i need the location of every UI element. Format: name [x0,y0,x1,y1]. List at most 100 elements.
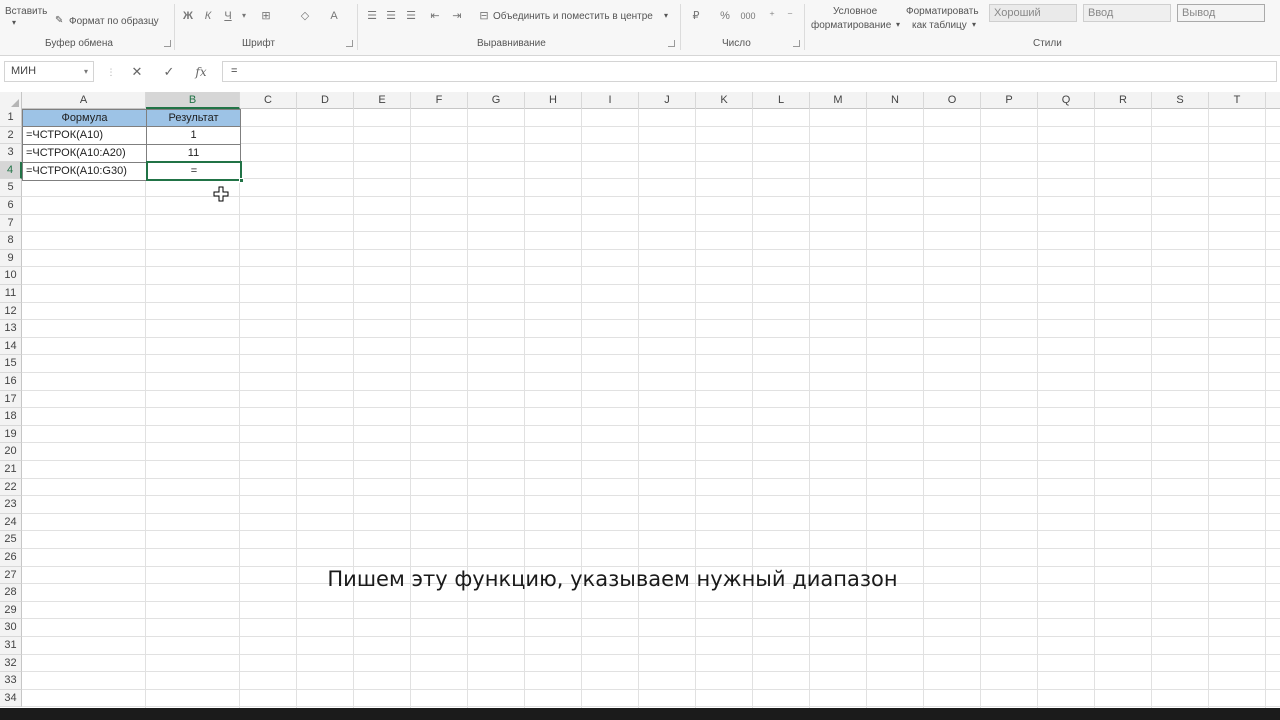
column-header-l[interactable]: L [753,92,810,109]
column-header-e[interactable]: E [354,92,411,109]
format-table-button[interactable]: Форматировать [906,6,979,17]
format-painter-button[interactable]: Формат по образцу [69,16,159,27]
insert-function-icon[interactable]: fx [192,63,210,81]
row-header-26[interactable]: 26 [0,549,22,567]
column-header-n[interactable]: N [867,92,924,109]
chevron-down-icon[interactable]: ▾ [896,20,900,29]
row-header-23[interactable]: 23 [0,496,22,514]
column-header-h[interactable]: H [525,92,582,109]
cell-b2[interactable]: 1 [146,126,241,145]
enter-icon[interactable]: ✓ [160,63,178,81]
cancel-icon[interactable]: ✕ [128,63,146,81]
chevron-down-icon[interactable]: ▾ [240,8,248,24]
alignment-launcher-icon[interactable] [668,40,675,47]
row-header-34[interactable]: 34 [0,689,22,708]
row-header-17[interactable]: 17 [0,390,22,409]
style-good[interactable]: Хороший [989,4,1077,22]
column-header-d[interactable]: D [297,92,354,109]
format-painter-icon[interactable]: ✎ [55,15,63,26]
borders-icon[interactable]: ⊞ [258,8,274,24]
chevron-down-icon[interactable]: ▾ [972,20,976,29]
column-header-m[interactable]: M [810,92,867,109]
column-header-c[interactable]: C [240,92,297,109]
name-box[interactable]: МИН ▾ [4,61,94,82]
row-header-18[interactable]: 18 [0,408,22,426]
active-cell-b4[interactable]: = [146,161,244,183]
column-header-r[interactable]: R [1095,92,1152,109]
row-header-25[interactable]: 25 [0,531,22,549]
style-output[interactable]: Вывод [1177,4,1265,22]
column-header-s[interactable]: S [1152,92,1209,109]
select-all-button[interactable] [0,92,22,109]
cell-b4-edit[interactable]: = [148,163,240,179]
row-header-6[interactable]: 6 [0,197,22,215]
row-header-33[interactable]: 33 [0,672,22,690]
row-header-30[interactable]: 30 [0,619,22,637]
cell-area[interactable]: Формула Результат =ЧСТРОК(A10) 1 =ЧСТРОК… [22,109,1280,708]
percent-button[interactable]: % [718,8,732,24]
align-center-icon[interactable]: ☰ [384,8,398,24]
font-color-icon[interactable]: A [328,8,340,24]
cell-a4[interactable]: =ЧСТРОК(A10:G30) [22,162,147,181]
fill-color-icon[interactable]: ◇ [297,8,313,24]
row-header-19[interactable]: 19 [0,425,22,444]
more-icon[interactable]: ⋮ [102,63,120,81]
row-header-5[interactable]: 5 [0,179,22,197]
row-header-8[interactable]: 8 [0,232,22,250]
cond-format-button-line2[interactable]: форматирование [811,20,891,31]
column-header-b[interactable]: B [146,92,240,109]
chevron-down-icon[interactable]: ▾ [664,11,668,20]
column-header-i[interactable]: I [582,92,639,109]
decrease-decimal-icon[interactable]: ⁻ [783,8,797,24]
cond-format-button[interactable]: Условное [833,6,877,17]
chevron-down-icon[interactable]: ▾ [12,18,16,27]
row-header-1[interactable]: 1 [0,109,22,127]
row-header-7[interactable]: 7 [0,214,22,233]
paste-button[interactable]: Вставить [5,6,47,17]
chevron-down-icon[interactable]: ▾ [84,62,88,81]
fill-handle[interactable] [239,178,244,183]
row-header-21[interactable]: 21 [0,461,22,479]
number-launcher-icon[interactable] [793,40,800,47]
increase-indent-icon[interactable]: ⇥ [450,8,464,24]
decrease-indent-icon[interactable]: ⇤ [428,8,442,24]
column-header-j[interactable]: J [639,92,696,109]
column-header-a[interactable]: A [22,92,146,109]
row-header-14[interactable]: 14 [0,337,22,356]
cell-a2[interactable]: =ЧСТРОК(A10) [22,126,147,145]
formula-input[interactable]: = [222,61,1277,82]
column-header-f[interactable]: F [411,92,468,109]
row-header-13[interactable]: 13 [0,320,22,338]
font-launcher-icon[interactable] [346,40,353,47]
cell-a3[interactable]: =ЧСТРОК(A10:A20) [22,144,147,163]
row-header-11[interactable]: 11 [0,285,22,303]
currency-icon[interactable]: ₽ [688,8,704,24]
row-header-16[interactable]: 16 [0,373,22,391]
format-table-button-line2[interactable]: как таблицу [912,20,967,31]
column-header-g[interactable]: G [468,92,525,109]
column-header-o[interactable]: O [924,92,981,109]
column-header-k[interactable]: K [696,92,753,109]
row-header-12[interactable]: 12 [0,302,22,321]
bold-button[interactable]: Ж [182,8,194,24]
merge-icon[interactable]: ⊟ [477,8,491,24]
column-header-t[interactable]: T [1209,92,1266,109]
row-header-29[interactable]: 29 [0,601,22,620]
merge-button[interactable]: Объединить и поместить в центре [493,11,653,22]
cell-b1[interactable]: Результат [146,109,241,127]
cell-a1[interactable]: Формула [22,109,147,127]
row-header-31[interactable]: 31 [0,637,22,655]
underline-button[interactable]: Ч [222,8,234,24]
style-input[interactable]: Ввод [1083,4,1171,22]
row-header-4[interactable]: 4 [0,161,22,180]
align-left-icon[interactable]: ☰ [365,8,379,24]
row-header-10[interactable]: 10 [0,267,22,285]
clipboard-launcher-icon[interactable] [164,40,171,47]
column-header-q[interactable]: Q [1038,92,1095,109]
column-header-p[interactable]: P [981,92,1038,109]
italic-button[interactable]: К [202,8,214,24]
row-header-15[interactable]: 15 [0,355,22,373]
thousands-button[interactable]: 000 [737,8,759,24]
row-header-24[interactable]: 24 [0,513,22,532]
row-header-3[interactable]: 3 [0,144,22,162]
